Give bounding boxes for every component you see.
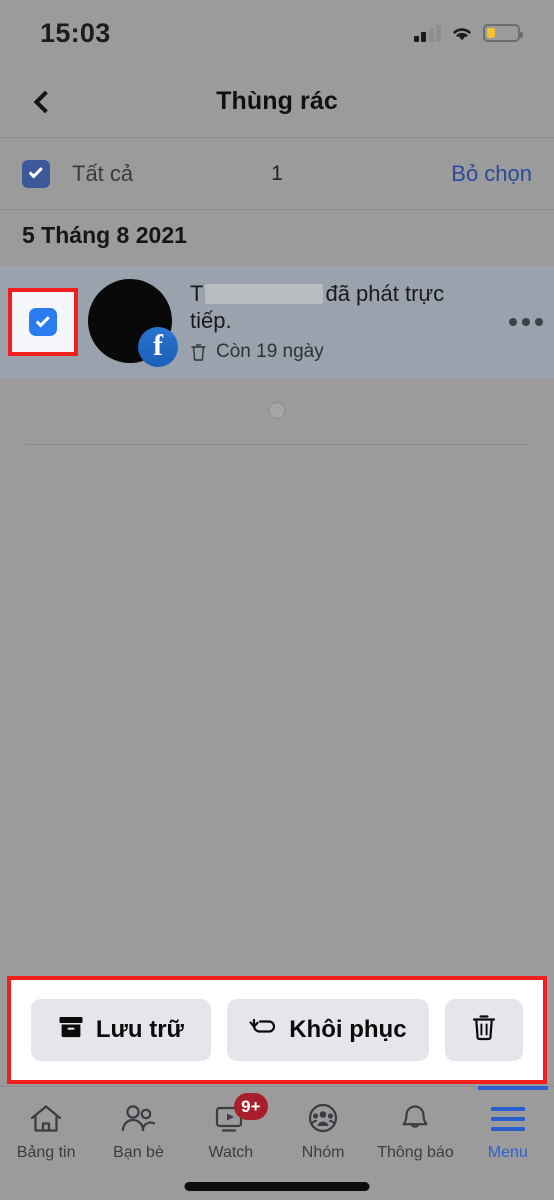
checkmark-icon	[28, 164, 43, 179]
nav-label: Watch	[208, 1144, 254, 1161]
row-checkbox[interactable]	[29, 308, 57, 336]
select-all-label: Tất cả	[72, 160, 134, 186]
back-button[interactable]	[20, 80, 64, 124]
row-content: Tđã phát trực tiếp. Còn 19 ngày	[174, 281, 498, 363]
checkmark-icon	[35, 312, 50, 327]
bottom-navigation: Bảng tin Bạn bè 9+ Watch Nhóm Thông báo …	[0, 1086, 554, 1200]
nav-label: Menu	[487, 1144, 528, 1161]
restore-button[interactable]: Khôi phục	[226, 999, 429, 1061]
delete-button[interactable]	[445, 999, 523, 1061]
nav-item-ban-be[interactable]: Bạn bè	[92, 1101, 184, 1162]
wifi-icon	[450, 24, 474, 42]
checkbox-highlight-annotation	[8, 288, 78, 356]
date-section-header: 5 Tháng 8 2021	[22, 222, 187, 248]
cellular-signal-icon	[413, 24, 441, 42]
status-icons	[413, 24, 523, 42]
restore-button-label: Khôi phục	[289, 1016, 407, 1043]
select-all-bar: Tất cả 1 Bỏ chọn	[0, 138, 554, 210]
nav-label: Bạn bè	[113, 1144, 164, 1161]
select-all-checkbox[interactable]	[22, 159, 50, 188]
hamburger-menu-icon	[490, 1101, 525, 1137]
archive-box-icon	[58, 1015, 84, 1046]
friends-icon	[119, 1101, 157, 1137]
row-title: Tđã phát trực tiếp.	[190, 281, 488, 335]
row-title-prefix: T	[190, 281, 204, 307]
deselect-button[interactable]: Bỏ chọn	[451, 161, 532, 187]
watch-badge: 9+	[233, 1093, 268, 1120]
row-meta-text: Còn 19 ngày	[216, 340, 324, 362]
archive-button[interactable]: Lưu trữ	[31, 999, 211, 1061]
more-options-icon[interactable]	[498, 266, 554, 378]
trash-icon	[470, 1012, 498, 1049]
nav-item-nhom[interactable]: Nhóm	[277, 1101, 369, 1162]
battery-low-icon	[483, 24, 523, 42]
status-bar: 15:03	[0, 0, 554, 66]
nav-label: Nhóm	[301, 1144, 345, 1161]
facebook-badge-icon: f	[138, 327, 178, 367]
bell-icon	[398, 1101, 432, 1137]
nav-item-bang-tin[interactable]: Bảng tin	[0, 1101, 92, 1162]
action-bar: Lưu trữ Khôi phục	[7, 976, 547, 1084]
loading-spinner-icon	[268, 402, 286, 419]
active-tab-indicator	[477, 1086, 548, 1090]
table-row[interactable]: f Tđã phát trực tiếp. Còn 19 ngày	[0, 266, 554, 378]
avatar[interactable]: f	[88, 279, 178, 367]
undo-arrow-icon	[249, 1015, 277, 1046]
nav-label: Bảng tin	[16, 1144, 76, 1161]
page-header: Thùng rác	[0, 66, 554, 138]
row-meta: Còn 19 ngày	[190, 341, 488, 363]
home-indicator	[184, 1182, 370, 1191]
redacted-name-block	[205, 284, 324, 305]
row-checkbox-area[interactable]	[0, 266, 88, 378]
archive-button-label: Lưu trữ	[95, 1016, 184, 1043]
nav-item-watch[interactable]: 9+ Watch	[185, 1093, 277, 1162]
nav-item-menu[interactable]: Menu	[462, 1086, 554, 1162]
watch-video-icon: 9+	[212, 1093, 268, 1137]
groups-icon	[305, 1101, 341, 1137]
list-divider	[25, 444, 529, 445]
page-title: Thùng rác	[216, 87, 338, 115]
nav-item-thong-bao[interactable]: Thông báo	[369, 1101, 461, 1162]
home-icon	[28, 1101, 64, 1137]
nav-label: Thông báo	[377, 1144, 454, 1161]
status-time: 15:03	[40, 17, 111, 48]
phone-screen: 15:03 Thùng rác Tất cả 1 Bỏ chọn 5 Tháng…	[0, 0, 554, 1200]
back-chevron-icon	[33, 90, 56, 113]
trash-icon	[190, 342, 207, 362]
